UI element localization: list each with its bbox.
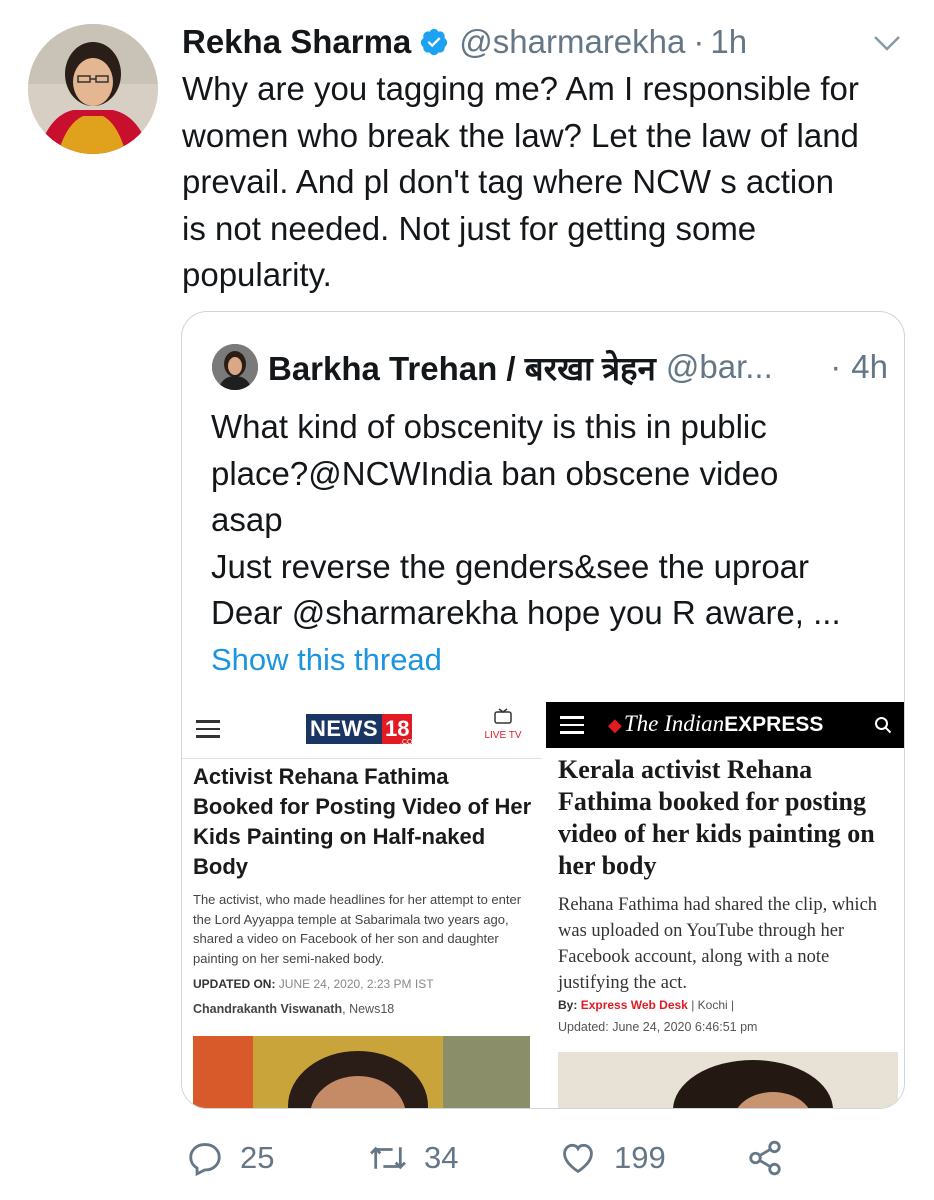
hamburger-menu-icon — [196, 720, 220, 738]
news18-author: Chandrakanth Viswanath, News18 — [193, 1002, 394, 1016]
news18-updated-value: JUNE 24, 2020, 2:23 PM IST — [278, 977, 434, 991]
author-name[interactable]: Rekha Sharma — [182, 23, 411, 61]
quoted-author-avatar[interactable] — [212, 344, 258, 390]
show-thread-link[interactable]: Show this thread — [211, 642, 442, 678]
news18-article-photo — [193, 1036, 530, 1108]
quoted-author-name[interactable]: Barkha Trehan / बरखा त्रेहन — [268, 345, 656, 390]
author-handle[interactable]: @sharmarekha — [459, 23, 685, 61]
indian-express-logo-express: EXPRESS — [724, 713, 824, 736]
indian-express-byline: By: Express Web Desk | Kochi | — [558, 998, 734, 1012]
chevron-down-icon[interactable] — [870, 28, 904, 58]
quoted-tweet-header: Barkha Trehan / बरखा त्रेहन @bar... · 4h — [268, 342, 888, 392]
like-button[interactable]: 199 — [558, 1130, 666, 1186]
like-count: 199 — [614, 1140, 666, 1175]
quoted-author-photo — [212, 344, 258, 390]
quoted-tweet[interactable]: Barkha Trehan / बरखा त्रेहन @bar... · 4h… — [181, 311, 905, 1109]
news18-logo: NEWS 18 .COM — [306, 712, 418, 746]
indian-express-by-label: By: — [558, 998, 578, 1012]
tv-icon — [494, 708, 512, 724]
hamburger-menu-icon — [560, 716, 584, 734]
media-image-news18[interactable]: NEWS 18 .COM LIVE TV Activist Rehana Fat… — [182, 702, 542, 1108]
search-icon — [875, 717, 892, 734]
indian-express-logo-the: The Indian — [623, 711, 725, 736]
separator-dot: · — [830, 348, 842, 385]
news18-updated-label: UPDATED ON: — [193, 977, 276, 991]
quoted-tweet-text: What kind of obscenity is this in public… — [211, 408, 841, 631]
news18-navbar: NEWS 18 .COM LIVE TV — [182, 702, 542, 759]
share-button[interactable] — [746, 1130, 800, 1186]
news18-author-outlet: News18 — [349, 1002, 395, 1016]
indian-express-photo-graphic — [558, 1052, 898, 1108]
share-icon — [749, 1140, 781, 1176]
reply-icon — [189, 1143, 221, 1177]
tweet-text: Why are you tagging me? Am I responsible… — [182, 70, 859, 293]
quoted-author-handle[interactable]: @bar... — [666, 348, 773, 386]
verified-badge-icon — [421, 28, 448, 56]
news18-updated: UPDATED ON: JUNE 24, 2020, 2:23 PM IST — [193, 977, 434, 991]
news18-author-name: Chandrakanth Viswanath — [193, 1002, 343, 1016]
news18-logo-com: .COM — [400, 739, 419, 746]
reply-button[interactable]: 25 — [186, 1130, 274, 1186]
indian-express-updated: Updated: June 24, 2020 6:46:51 pm — [558, 1020, 758, 1034]
live-tv-label: LIVE TV — [484, 730, 522, 741]
author-avatar[interactable] — [28, 24, 158, 154]
retweet-count: 34 — [424, 1140, 459, 1175]
live-tv-badge: LIVE TV — [482, 708, 524, 741]
indian-express-article-photo — [558, 1052, 898, 1108]
news18-photo-graphic — [193, 1036, 530, 1108]
tweet-time[interactable]: 1h — [710, 23, 747, 61]
indian-express-description: Rehana Fathima had shared the clip, whic… — [558, 895, 878, 993]
tweet-header: Rekha Sharma @sharmarekha · 1h — [182, 20, 882, 64]
tweet-actions: 25 34 199 — [182, 1130, 902, 1186]
heart-icon — [563, 1143, 593, 1174]
indian-express-logo: ◆The IndianEXPRESS — [608, 711, 823, 737]
retweet-icon — [370, 1146, 406, 1170]
indian-express-by-author: Express Web Desk — [580, 998, 688, 1012]
retweet-button[interactable]: 34 — [368, 1130, 458, 1186]
reply-count: 25 — [240, 1140, 275, 1175]
quoted-tweet-time[interactable]: 4h — [851, 348, 888, 386]
news18-author-sep: , — [342, 1002, 346, 1016]
author-photo — [28, 24, 158, 154]
news18-logo-news: NEWS — [306, 714, 382, 744]
express-flame-icon: ◆ — [608, 715, 622, 735]
news18-headline: Activist Rehana Fathima Booked for Posti… — [193, 764, 532, 879]
indian-express-navbar: ◆The IndianEXPRESS — [546, 702, 904, 748]
news18-description: The activist, who made headlines for her… — [193, 892, 522, 966]
indian-express-headline: Kerala activist Rehana Fathima booked fo… — [558, 755, 875, 880]
separator-dot: · — [693, 23, 705, 60]
media-image-indian-express[interactable]: ◆The IndianEXPRESS Kerala activist Rehan… — [546, 702, 904, 1108]
indian-express-by-place: | Kochi | — [691, 998, 735, 1012]
